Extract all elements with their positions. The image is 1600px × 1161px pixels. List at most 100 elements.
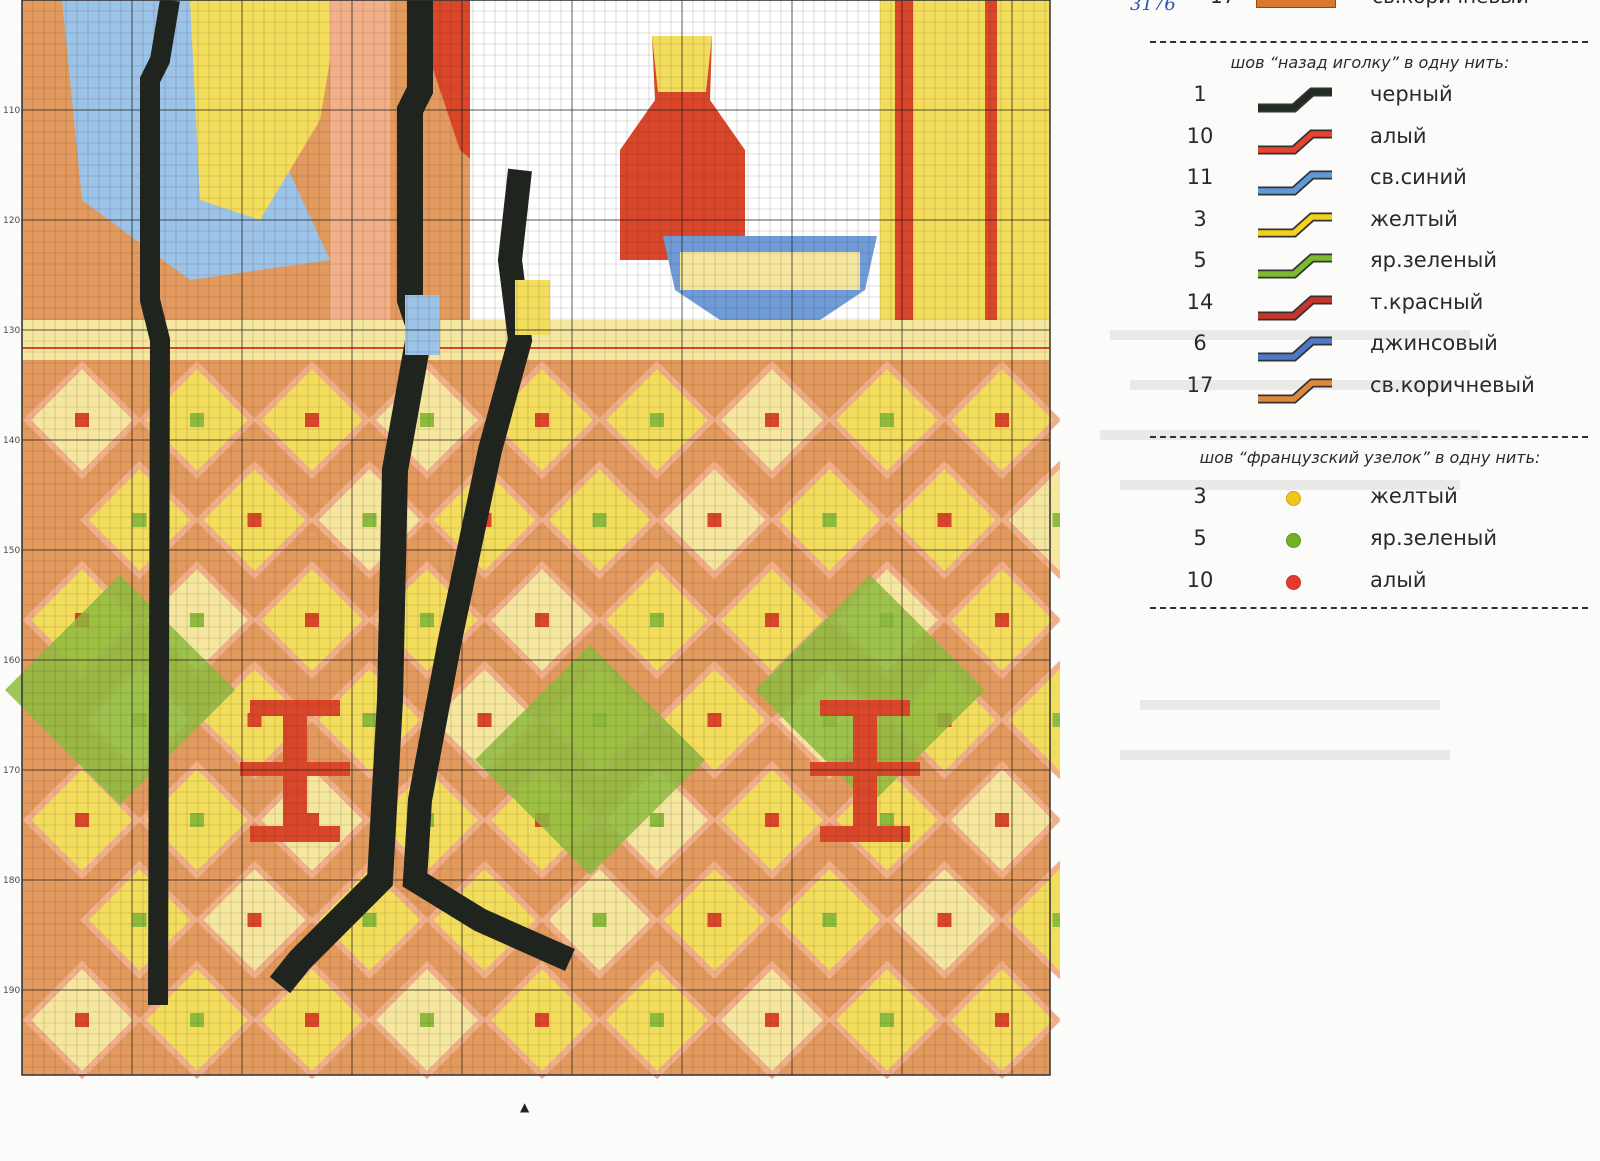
diamond-center — [420, 1013, 434, 1027]
backstitch-item: 14 т.красный — [1060, 290, 1600, 330]
backstitch-line-icon — [1258, 253, 1332, 279]
thread-name: алый — [1370, 123, 1427, 148]
french-knot-icon — [1286, 575, 1301, 590]
diamond-center — [1052, 713, 1060, 727]
motif-bar — [820, 700, 910, 716]
row-number: 140 — [3, 436, 21, 446]
thread-name: желтый — [1370, 484, 1458, 508]
motif-cross — [240, 762, 350, 776]
thread-number: 11 — [1186, 165, 1214, 189]
diamond-center — [535, 413, 549, 427]
diamond-center — [765, 413, 779, 427]
thread-number: 17 — [1186, 372, 1214, 397]
backstitch-item: 5 яр.зеленый — [1060, 248, 1600, 288]
row-number: 180 — [3, 876, 21, 886]
thread-name: яр.зеленый — [1370, 248, 1498, 272]
thread-number: 14 — [1186, 289, 1214, 314]
thread-name: алый — [1370, 568, 1427, 592]
diamond-center — [995, 413, 1009, 427]
diamond-center — [592, 913, 607, 927]
thread-number: 5 — [1193, 526, 1207, 550]
thread-number: 3 — [1193, 484, 1207, 508]
thread-number: 10 — [1186, 123, 1214, 148]
row-number: 170 — [3, 766, 21, 776]
backstitch-line-icon — [1258, 170, 1332, 196]
cross-stitch-chart: 110 120 130 140 150 160 170 180 190 ▲ — [0, 0, 1060, 1161]
thread-name: св.коричневый — [1372, 0, 1529, 8]
thread-name: яр.зеленый — [1370, 526, 1498, 550]
right-border-stripe — [895, 0, 913, 320]
diamond-center — [362, 513, 377, 527]
diamond-center — [995, 1013, 1009, 1027]
diamond-center — [880, 1013, 894, 1027]
diamond-center — [995, 613, 1009, 627]
row-number: 120 — [3, 216, 21, 226]
row-number: 190 — [3, 986, 21, 996]
motif-bar — [250, 700, 340, 716]
thread-name: св.синий — [1370, 165, 1467, 189]
diamond-center — [822, 513, 837, 527]
diamond-center — [535, 613, 549, 627]
french-knot-item: 10 алый — [1060, 568, 1600, 608]
diamond-center — [305, 1013, 319, 1027]
backstitch-item: 11 св.синий — [1060, 165, 1600, 205]
backstitch-title: шов “назад иголку” в одну нить: — [1230, 53, 1510, 72]
backstitch-item: 10 алый — [1060, 124, 1600, 164]
diamond-center — [190, 413, 204, 427]
motif-bar — [820, 826, 910, 842]
backstitch-line-icon — [1258, 129, 1332, 154]
diamond-center — [132, 913, 147, 927]
french-knot-item: 5 яр.зеленый — [1060, 526, 1600, 566]
diamond-center — [765, 613, 779, 627]
diamond-center — [822, 913, 837, 927]
row-number: 110 — [3, 106, 21, 116]
blue-band — [405, 295, 440, 355]
diamond-center — [1052, 513, 1060, 527]
backstitch-item: 6 джинсовый — [1060, 331, 1600, 371]
diamond-center — [420, 413, 434, 427]
backstitch-line-icon — [1258, 378, 1332, 403]
right-border-stripe — [985, 0, 997, 320]
thread-number: 3 — [1193, 206, 1207, 231]
french-knot-title: шов “французский узелок” в одну нить: — [1199, 448, 1541, 467]
row-number: 150 — [3, 546, 21, 556]
backstitch-line-icon — [1258, 212, 1332, 237]
backstitch-item: 3 желтый — [1060, 207, 1600, 247]
diamond-center — [650, 613, 664, 627]
thread-name: св.коричневый — [1370, 372, 1535, 397]
thread-number: 17 — [1210, 0, 1235, 8]
diamond-center — [937, 913, 952, 927]
legend-top-row: 17 св.коричневый — [1060, 0, 1600, 14]
diamond-center — [247, 913, 262, 927]
thread-swatch — [1256, 0, 1336, 8]
diamond-center — [420, 613, 434, 627]
thread-number: 10 — [1186, 568, 1214, 592]
backstitch-item: 1 черный — [1060, 82, 1600, 122]
diamond-center — [305, 413, 319, 427]
dashed-divider — [1150, 607, 1588, 609]
diamond-center — [650, 413, 664, 427]
backstitch-line-icon — [1258, 87, 1332, 113]
diamond-center — [937, 513, 952, 527]
diamond-center — [535, 1013, 549, 1027]
chart-grid — [5, 0, 1060, 1080]
diamond-center — [1052, 913, 1060, 927]
dashed-divider — [1150, 41, 1588, 43]
thread-number: 5 — [1193, 248, 1207, 272]
yellow-band — [515, 280, 550, 335]
thread-name: черный — [1370, 82, 1453, 106]
thread-name: т.красный — [1370, 289, 1484, 314]
diamond-center — [190, 1013, 204, 1027]
row-number: 160 — [3, 656, 21, 666]
peach-column — [330, 0, 390, 320]
diamond-center — [305, 613, 319, 627]
center-marker-icon: ▲ — [520, 1100, 530, 1114]
diamond-center — [592, 513, 607, 527]
diamond-center — [247, 513, 262, 527]
diamond-center — [765, 1013, 779, 1027]
thread-legend: 3 17 6 17 св.коричневый шов “назад иголку”… — [1060, 0, 1600, 1161]
thread-number: 6 — [1193, 331, 1207, 355]
diamond-center — [362, 913, 377, 927]
diamond-center — [880, 413, 894, 427]
dashed-divider — [1150, 436, 1588, 438]
